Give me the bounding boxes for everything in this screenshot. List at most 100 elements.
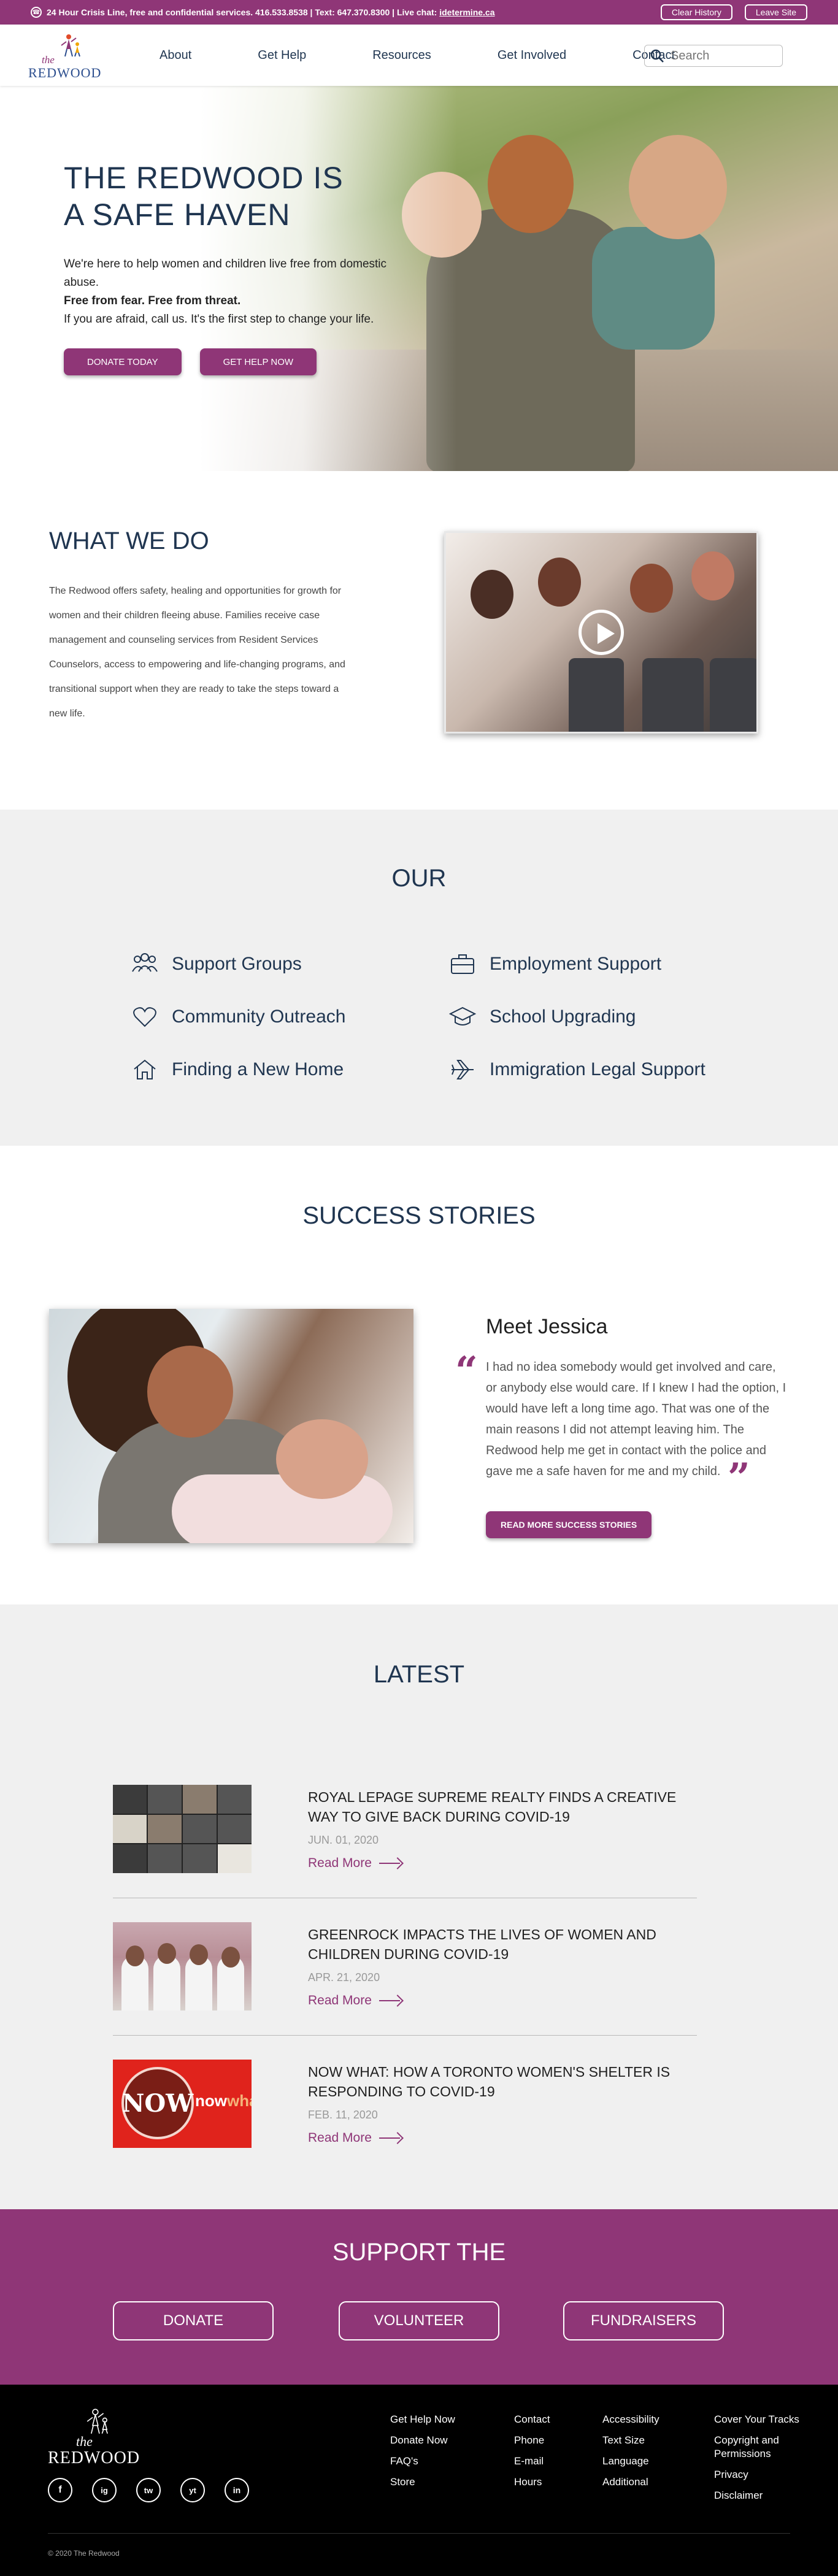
footer-link[interactable]: Privacy — [714, 2468, 806, 2482]
redwood-logo[interactable]: the REDWOOD — [28, 28, 102, 82]
nav-get-help[interactable]: Get Help — [258, 48, 306, 63]
story-photo-mother-baby — [49, 1309, 413, 1543]
now-logo-side: nowwhat — [195, 2091, 252, 2110]
get-help-now-button[interactable]: GET HELP NOW — [199, 348, 317, 375]
search-icon[interactable] — [650, 48, 664, 63]
arrow-right-icon — [379, 2132, 402, 2144]
story-photo-face — [147, 1346, 233, 1438]
volunteer-button[interactable]: VOLUNTEER — [339, 2301, 499, 2340]
video-person — [691, 551, 734, 600]
footer-divider — [48, 2533, 790, 2534]
news-title[interactable]: NOW WHAT: HOW A TORONTO WOMEN'S SHELTER … — [308, 2062, 701, 2101]
briefcase-icon — [448, 952, 477, 976]
footer-link[interactable]: Additional — [602, 2472, 659, 2493]
clear-history-button[interactable]: Clear History — [660, 4, 732, 20]
service-immigration-legal-support[interactable]: Immigration Legal Support — [448, 1057, 705, 1082]
news-title[interactable]: GREENROCK IMPACTS THE LIVES OF WOMEN AND… — [308, 1925, 701, 1964]
footer-link[interactable]: Language — [602, 2451, 659, 2472]
now-magazine-logo: NOW nowwhat — [113, 2060, 252, 2148]
read-more-label: Read More — [308, 1856, 372, 1870]
our-title: OUR — [391, 865, 447, 892]
crisis-bar: ☎ 24 Hour Crisis Line, free and confiden… — [0, 0, 838, 25]
arrow-right-icon — [379, 1995, 402, 2007]
twitter-icon[interactable]: tw — [136, 2478, 161, 2502]
photo-head — [158, 1943, 176, 1964]
footer-link[interactable]: Copyright and Permissions — [714, 2434, 806, 2461]
footer-column-accessibility: Accessibility Text Size Language Additio… — [602, 2409, 659, 2493]
news-thumbnail-video-call[interactable] — [113, 1785, 252, 1873]
site-footer: the REDWOOD f ig tw yt in Get Help Now D… — [0, 2385, 838, 2576]
read-more-stories-button[interactable]: READ MORE SUCCESS STORIES — [486, 1511, 652, 1538]
leave-site-button[interactable]: Leave Site — [744, 4, 807, 20]
hero-buttons: DONATE TODAY GET HELP NOW — [64, 348, 407, 375]
read-more-link[interactable]: Read More — [308, 2131, 402, 2145]
footer-column-legal: Cover Your Tracks Copyright and Permissi… — [714, 2413, 806, 2510]
facebook-icon[interactable]: f — [48, 2478, 72, 2502]
nav-about[interactable]: About — [160, 48, 191, 63]
video-player[interactable] — [444, 531, 758, 734]
footer-link[interactable]: Contact — [514, 2409, 550, 2430]
footer-link[interactable]: Cover Your Tracks — [714, 2413, 806, 2426]
now-logo-side-a: now — [195, 2091, 227, 2110]
now-logo-circle: NOW — [121, 2067, 194, 2139]
read-more-link[interactable]: Read More — [308, 1856, 402, 1871]
footer-link[interactable]: Phone — [514, 2430, 550, 2451]
service-community-outreach[interactable]: Community Outreach — [130, 1005, 345, 1029]
footer-link[interactable]: Accessibility — [602, 2409, 659, 2430]
now-logo-side-b: what — [227, 2091, 252, 2110]
service-school-upgrading[interactable]: School Upgrading — [448, 1005, 636, 1029]
hero-desc-strong: Free from fear. Free from threat. — [64, 294, 241, 307]
footer-link[interactable]: Get Help Now — [390, 2409, 455, 2430]
success-stories-section: SUCCESS STORIES Meet Jessica “ I had no … — [0, 1146, 838, 1604]
service-label: Finding a New Home — [172, 1059, 344, 1079]
nav-get-involved[interactable]: Get Involved — [498, 48, 566, 63]
hero-title-line2: A SAFE HAVEN — [64, 197, 291, 232]
what-we-do-text: The Redwood offers safety, healing and o… — [49, 586, 345, 719]
footer-link[interactable]: Donate Now — [390, 2430, 455, 2451]
service-label: Immigration Legal Support — [490, 1059, 705, 1079]
footer-link[interactable]: E-mail — [514, 2451, 550, 2472]
site-header: the REDWOOD About Get Help Resources Get… — [0, 25, 838, 86]
family-figures-icon — [61, 34, 80, 57]
service-support-groups[interactable]: Support Groups — [130, 952, 302, 976]
news-thumbnail-now-magazine[interactable]: NOW nowwhat — [113, 2060, 252, 2148]
service-finding-new-home[interactable]: Finding a New Home — [130, 1057, 344, 1082]
video-chair — [569, 658, 624, 732]
hero-description: We're here to help women and children li… — [64, 255, 407, 329]
search-box[interactable] — [644, 45, 783, 67]
service-employment-support[interactable]: Employment Support — [448, 952, 661, 976]
footer-link[interactable]: Text Size — [602, 2430, 659, 2451]
read-more-label: Read More — [308, 2131, 372, 2145]
arrow-right-icon — [379, 1857, 402, 1869]
latest-news-section: LATEST ROYAL LEPAGE SUPREME REALTY FINDS… — [0, 1604, 838, 2209]
news-title[interactable]: ROYAL LEPAGE SUPREME REALTY FINDS A CREA… — [308, 1787, 701, 1827]
crisis-info: 24 Hour Crisis Line, free and confidenti… — [47, 7, 648, 17]
youtube-icon[interactable]: yt — [180, 2478, 205, 2502]
instagram-icon[interactable]: ig — [92, 2478, 117, 2502]
news-thumbnail-greenrock[interactable] — [113, 1922, 252, 2011]
live-chat-link[interactable]: idetermine.ca — [439, 7, 494, 17]
news-divider — [113, 2035, 697, 2036]
donate-today-button[interactable]: DONATE TODAY — [64, 348, 182, 375]
nav-resources[interactable]: Resources — [372, 48, 431, 63]
video-call-grid — [113, 1785, 252, 1873]
footer-link[interactable]: Hours — [514, 2472, 550, 2493]
social-links: f ig tw yt in — [48, 2478, 269, 2502]
read-more-link[interactable]: Read More — [308, 1993, 402, 2008]
quote-open-icon: “ — [455, 1348, 478, 1394]
donate-button[interactable]: DONATE — [113, 2301, 274, 2340]
service-label: Support Groups — [172, 954, 302, 974]
footer-link[interactable]: Store — [390, 2472, 455, 2493]
video-person — [538, 558, 581, 607]
play-icon[interactable] — [579, 610, 624, 655]
linkedin-icon[interactable]: in — [225, 2478, 249, 2502]
hero-desc-2: If you are afraid, call us. It's the fir… — [64, 313, 374, 326]
fundraisers-button[interactable]: FUNDRAISERS — [563, 2301, 724, 2340]
success-stories-title: SUCCESS STORIES — [302, 1202, 536, 1229]
footer-link[interactable]: FAQ's — [390, 2451, 455, 2472]
footer-logo[interactable]: the REDWOOD — [48, 2407, 139, 2468]
footer-link[interactable]: Disclaimer — [714, 2489, 806, 2502]
hero-photo-boy — [629, 135, 727, 239]
search-input[interactable] — [671, 48, 775, 63]
story-photo-blanket — [172, 1474, 393, 1543]
